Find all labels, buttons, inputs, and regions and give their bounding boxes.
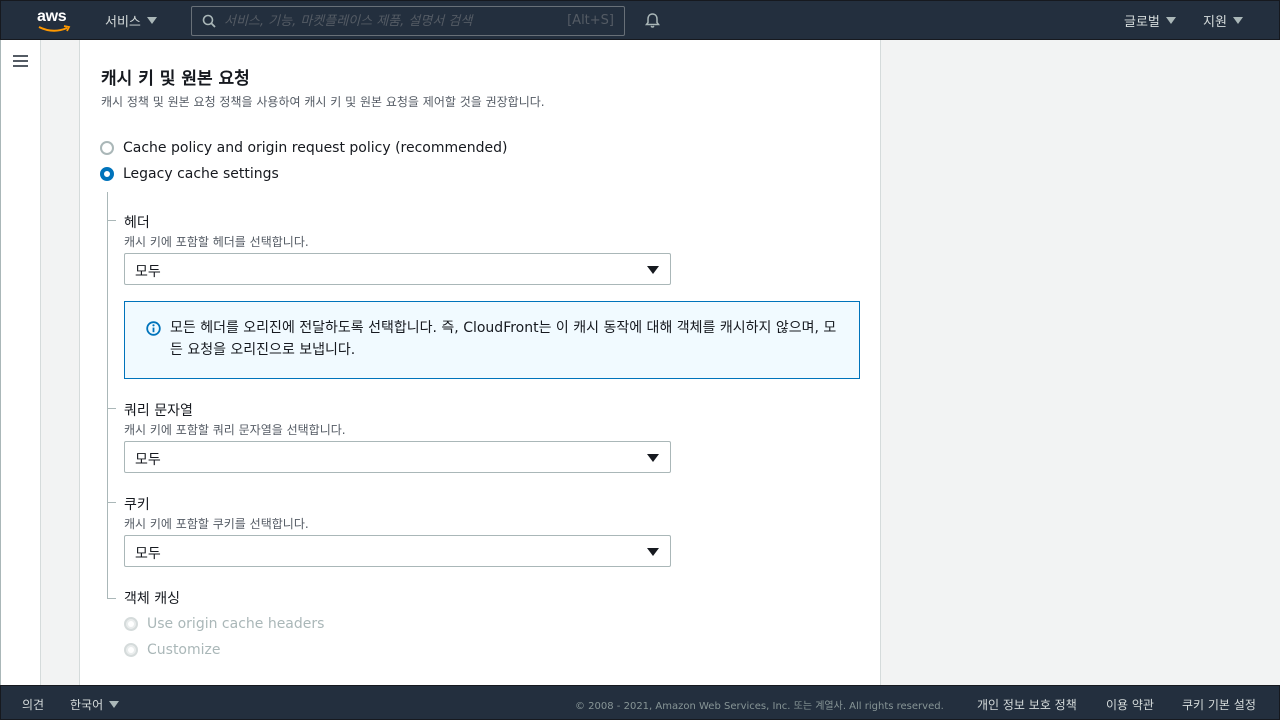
radio-label: Cache policy and origin request policy (… <box>123 140 508 156</box>
search-shortcut-hint: [Alt+S] <box>567 13 614 28</box>
caret-down-icon <box>647 266 659 274</box>
chevron-down-icon <box>1165 17 1176 24</box>
language-label: 한국어 <box>70 698 104 712</box>
privacy-policy-link[interactable]: 개인 정보 보호 정책 <box>977 696 1077 713</box>
support-label: 지원 <box>1203 15 1227 30</box>
bell-icon[interactable] <box>644 12 661 29</box>
copyright-text: © 2008 - 2021, Amazon Web Services, Inc.… <box>575 701 944 712</box>
section-description: 캐시 정책 및 원본 요청 정책을 사용하여 캐시 키 및 원본 요청을 제어할… <box>101 95 545 109</box>
cookies-description: 캐시 키에 포함할 쿠키를 선택합니다. <box>124 517 309 531</box>
tree-connector-tick <box>107 408 116 409</box>
radio-customize[interactable]: Customize <box>124 642 221 658</box>
aws-logo[interactable]: aws <box>37 8 73 34</box>
query-strings-select-value: 모두 <box>135 452 161 468</box>
radio-button[interactable] <box>100 141 114 155</box>
chevron-down-icon <box>146 17 157 24</box>
section-title: 캐시 키 및 원본 요청 <box>101 69 250 89</box>
terms-link[interactable]: 이용 약관 <box>1106 696 1154 713</box>
aws-logo-text: aws <box>37 8 67 25</box>
info-alert: 모든 헤더를 오리진에 전달하도록 선택합니다. 즉, CloudFront는 … <box>124 301 860 379</box>
radio-legacy-cache-settings[interactable]: Legacy cache settings <box>100 166 279 182</box>
search-icon <box>202 14 216 28</box>
search-bar[interactable]: [Alt+S] <box>191 6 625 36</box>
caret-down-icon <box>647 454 659 462</box>
radio-label: Legacy cache settings <box>123 166 279 182</box>
radio-label: Use origin cache headers <box>147 616 325 632</box>
tree-connector-tick <box>107 220 116 221</box>
cookies-select-value: 모두 <box>135 546 161 562</box>
services-label: 서비스 <box>105 15 141 30</box>
aws-smile-icon <box>38 25 71 32</box>
radio-cache-policy[interactable]: Cache policy and origin request policy (… <box>100 140 507 156</box>
tree-connector-tick <box>107 598 116 599</box>
tree-connector-tick <box>107 502 116 503</box>
top-navigation: aws 서비스 [Alt+S] 글로벌 지원 <box>0 0 1280 40</box>
query-strings-select[interactable]: 모두 <box>124 441 671 473</box>
chevron-down-icon <box>1232 17 1243 24</box>
menu-icon[interactable] <box>13 55 28 67</box>
info-alert-text: 모든 헤더를 오리진에 전달하도록 선택합니다. 즉, CloudFront는 … <box>170 320 837 358</box>
region-label: 글로벌 <box>1124 15 1160 30</box>
headers-label: 헤더 <box>124 215 150 231</box>
feedback-link[interactable]: 의견 <box>22 696 44 713</box>
chevron-down-icon <box>109 701 120 708</box>
footer: 의견 한국어 © 2008 - 2021, Amazon Web Service… <box>0 685 1280 720</box>
cache-key-panel: 캐시 키 및 원본 요청 캐시 정책 및 원본 요청 정책을 사용하여 캐시 키… <box>79 40 881 685</box>
caret-down-icon <box>647 548 659 556</box>
headers-select-value: 모두 <box>135 264 161 280</box>
radio-use-origin-cache-headers[interactable]: Use origin cache headers <box>124 616 324 632</box>
radio-button-disabled[interactable] <box>124 643 138 657</box>
query-strings-description: 캐시 키에 포함할 쿼리 문자열을 선택합니다. <box>124 423 346 437</box>
radio-button-disabled[interactable] <box>124 617 138 631</box>
region-menu[interactable]: 글로벌 <box>1124 11 1176 30</box>
search-input[interactable] <box>224 12 554 30</box>
object-caching-label: 객체 캐싱 <box>124 591 180 607</box>
tree-connector-line <box>107 192 108 599</box>
headers-description: 캐시 키에 포함할 헤더를 선택합니다. <box>124 235 309 249</box>
cookies-label: 쿠키 <box>124 497 150 513</box>
query-strings-label: 쿼리 문자열 <box>124 403 193 419</box>
support-menu[interactable]: 지원 <box>1203 11 1243 30</box>
headers-select[interactable]: 모두 <box>124 253 671 285</box>
cookie-preferences-link[interactable]: 쿠키 기본 설정 <box>1182 696 1256 713</box>
language-selector[interactable]: 한국어 <box>70 696 120 713</box>
cookies-select[interactable]: 모두 <box>124 535 671 567</box>
radio-label: Customize <box>147 642 221 658</box>
info-icon <box>146 321 161 336</box>
services-menu[interactable]: 서비스 <box>105 11 157 30</box>
radio-button-selected[interactable] <box>100 167 114 181</box>
side-navigation-rail <box>0 40 41 685</box>
